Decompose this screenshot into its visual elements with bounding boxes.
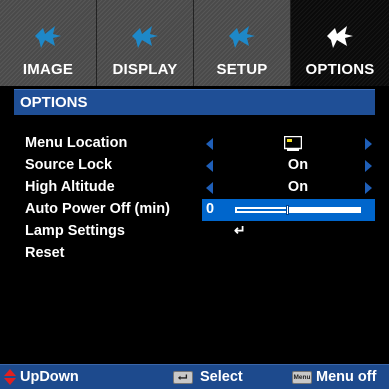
- tab-setup-label: SETUP: [216, 61, 268, 78]
- arrow-left-icon[interactable]: [206, 182, 213, 194]
- auto-power-off-value: 0: [206, 201, 215, 217]
- updown-icon: [4, 369, 16, 385]
- menu-item-auto-power-off[interactable]: Auto Power Off (min) 0: [14, 199, 375, 221]
- select-hint: Select: [200, 369, 243, 385]
- tab-options-label: OPTIONS: [305, 61, 375, 78]
- arrow-right-icon[interactable]: [365, 138, 372, 150]
- tab-image[interactable]: IMAGE: [0, 0, 97, 86]
- arrow-right-icon[interactable]: [365, 160, 372, 172]
- menu-item-label: High Altitude: [25, 179, 115, 195]
- auto-power-off-slider[interactable]: [235, 205, 361, 215]
- high-altitude-value: On: [287, 179, 309, 195]
- tab-image-label: IMAGE: [22, 61, 74, 78]
- menu-item-label: Lamp Settings: [25, 223, 125, 239]
- enter-icon: ↵: [234, 222, 246, 238]
- slider-fill: [237, 209, 286, 211]
- menu-key-icon: Menu: [292, 371, 312, 384]
- menu-title-bar: OPTIONS: [14, 89, 375, 115]
- tab-display-label: DISPLAY: [112, 61, 178, 78]
- menu-item-reset[interactable]: Reset: [14, 243, 375, 265]
- help-footer: UpDown Select Menu Menu off: [0, 364, 389, 389]
- menu-item-label: Source Lock: [25, 157, 113, 173]
- options-icon: [327, 26, 353, 48]
- tab-bar: IMAGE DISPLAY SETUP OPTIONS: [0, 0, 389, 86]
- tab-display[interactable]: DISPLAY: [97, 0, 194, 86]
- menu-item-label: Menu Location: [25, 135, 128, 151]
- menu-item-high-altitude[interactable]: High Altitude On: [14, 177, 375, 199]
- menu-item-label: Auto Power Off (min): [25, 201, 170, 217]
- enter-key-icon: [173, 371, 193, 384]
- menu-item-label: Reset: [25, 245, 65, 261]
- image-icon: [35, 26, 61, 48]
- menu-item-source-lock[interactable]: Source Lock On: [14, 155, 375, 177]
- source-lock-value: On: [287, 157, 309, 173]
- arrow-left-icon[interactable]: [206, 160, 213, 172]
- menu-item-lamp-settings[interactable]: Lamp Settings ↵: [14, 221, 375, 243]
- projector-osd-menu: IMAGE DISPLAY SETUP OPTIONS OPTIONS Menu…: [0, 0, 389, 389]
- arrow-right-icon[interactable]: [365, 182, 372, 194]
- menu-off-hint: Menu off: [316, 369, 377, 385]
- page-title: OPTIONS: [20, 94, 88, 111]
- setup-icon: [229, 26, 255, 48]
- slider-knob[interactable]: [286, 205, 289, 215]
- menu-item-menu-location[interactable]: Menu Location: [14, 133, 375, 155]
- options-menu-list: Menu Location Source Lock On High Altitu…: [14, 133, 375, 265]
- arrow-left-icon[interactable]: [206, 138, 213, 150]
- display-icon: [132, 26, 158, 48]
- tab-options[interactable]: OPTIONS: [291, 0, 389, 86]
- updown-hint: UpDown: [20, 369, 79, 385]
- menu-location-screen-icon: [284, 136, 302, 151]
- tab-setup[interactable]: SETUP: [194, 0, 291, 86]
